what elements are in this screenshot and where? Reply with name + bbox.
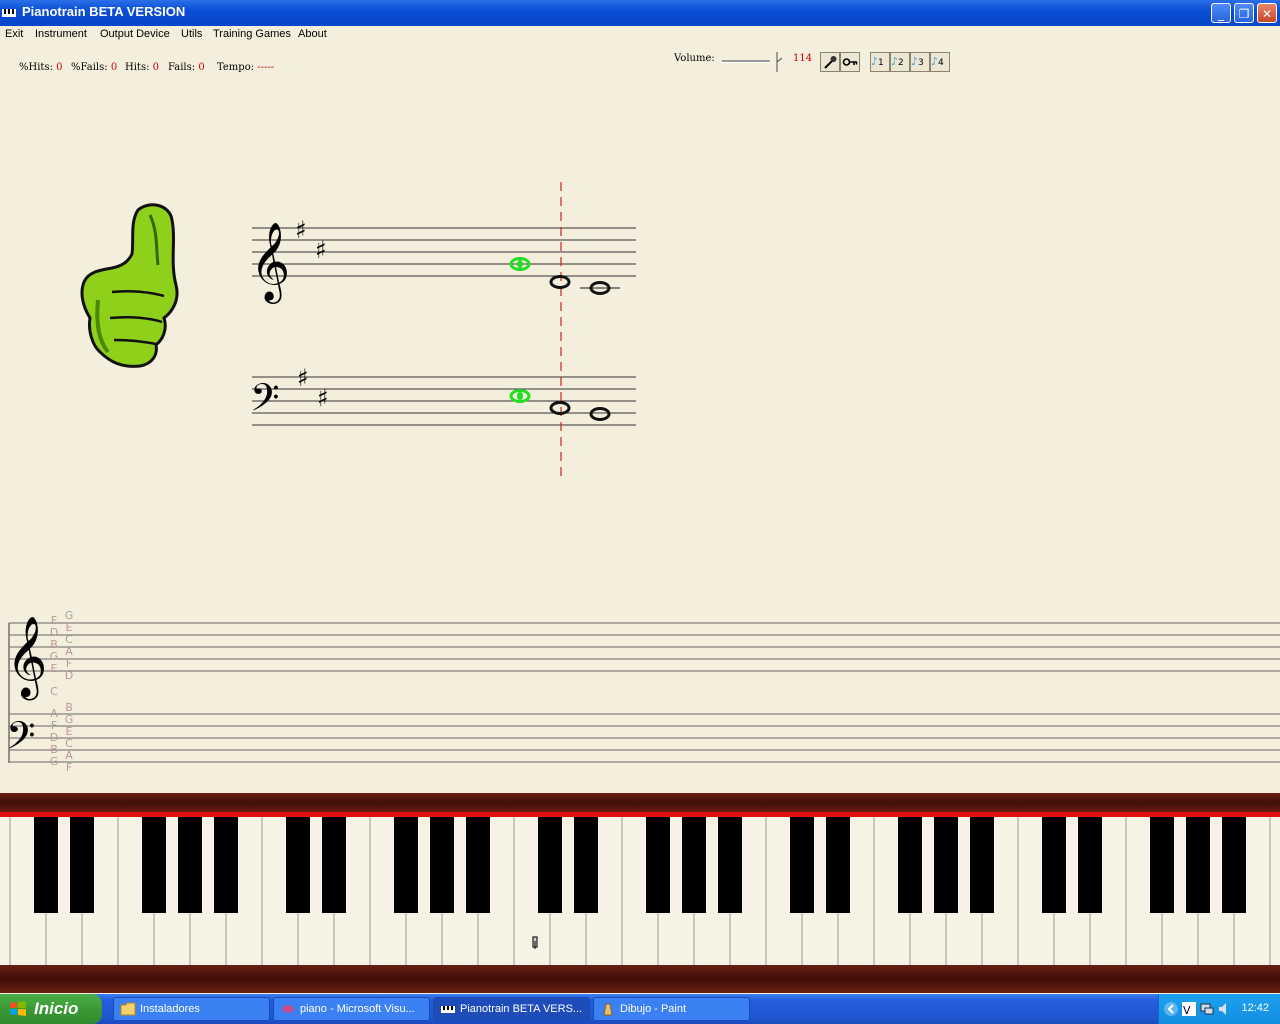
taskbar-item-paint[interactable]: Dibujo - Paint <box>593 997 750 1021</box>
black-key[interactable] <box>1042 817 1066 913</box>
note-name-label: B <box>65 701 73 714</box>
note-name-label: C <box>65 633 73 646</box>
note-name-label: E <box>50 662 58 675</box>
black-key[interactable] <box>1222 817 1246 913</box>
folder-icon <box>120 1002 136 1016</box>
note-name-label: C <box>50 685 58 698</box>
chevron-left-icon[interactable] <box>1163 1001 1179 1017</box>
windows-logo-icon <box>10 1001 26 1016</box>
system-tray: V 12:42 <box>1158 994 1280 1024</box>
black-key[interactable] <box>574 817 598 913</box>
black-key[interactable] <box>394 817 418 913</box>
whole-note <box>549 401 571 415</box>
black-key[interactable] <box>70 817 94 913</box>
black-key[interactable] <box>142 817 166 913</box>
black-key[interactable] <box>718 817 742 913</box>
taskbar-item-pianotrain[interactable]: Pianotrain BETA VERS... <box>433 997 590 1021</box>
paint-icon <box>603 1003 613 1016</box>
whole-note <box>589 407 611 421</box>
black-key[interactable] <box>34 817 58 913</box>
note-name-label: F <box>65 761 73 774</box>
black-key[interactable] <box>1186 817 1210 913</box>
note-name-label: A <box>65 645 73 658</box>
bass-staff <box>252 376 636 426</box>
note-name-label: B <box>50 638 58 651</box>
volume-tray-icon[interactable] <box>1217 1001 1233 1017</box>
visual-studio-icon <box>282 1005 294 1013</box>
clock: 12:42 <box>1241 1002 1269 1014</box>
taskbar: Inicio Instaladores piano - Microsoft Vi… <box>0 994 1280 1024</box>
note-name-label: E <box>65 621 73 634</box>
sharp-icon: ♯ <box>317 384 329 412</box>
treble-clef-icon: 𝄞 <box>6 615 47 700</box>
note-name-label: D <box>64 669 74 682</box>
note-name-label: F <box>50 719 58 732</box>
note-name-label: A <box>65 749 73 762</box>
note-name-label: E <box>65 725 73 738</box>
start-label: Inicio <box>34 999 79 1018</box>
black-key[interactable] <box>214 817 238 913</box>
note-name-label: G <box>64 609 74 622</box>
note-name-label: F <box>50 614 58 627</box>
black-key[interactable] <box>538 817 562 913</box>
reference-bass-staff <box>9 713 1280 763</box>
note-name-label: G <box>49 650 59 663</box>
sharp-icon: ♯ <box>297 364 309 392</box>
piano-top-rail <box>0 793 1280 813</box>
black-key[interactable] <box>898 817 922 913</box>
whole-note <box>509 389 531 403</box>
mouse-cursor-icon <box>532 936 538 949</box>
score-area: 𝄞 ♯ ♯ 𝄢 ♯ ♯ 𝄞 𝄢 <box>6 182 1280 767</box>
note-name-label: C <box>65 737 73 750</box>
antivirus-icon[interactable]: V <box>1181 1001 1197 1017</box>
taskbar-item-instaladores[interactable]: Instaladores <box>113 997 270 1021</box>
reference-treble-staff <box>9 622 1280 672</box>
note-name-label: F <box>65 657 73 670</box>
black-key[interactable] <box>682 817 706 913</box>
black-key[interactable] <box>430 817 454 913</box>
note-name-label: G <box>49 755 59 768</box>
treble-clef-icon: 𝄞 <box>250 222 290 304</box>
black-key[interactable] <box>826 817 850 913</box>
note-name-label: D <box>49 626 59 639</box>
black-key[interactable] <box>1150 817 1174 913</box>
piano-app-icon <box>441 1006 455 1013</box>
piano-bottom-rail <box>0 965 1280 993</box>
sharp-icon: ♯ <box>315 236 327 264</box>
note-name-label: G <box>64 713 74 726</box>
black-key[interactable] <box>1078 817 1102 913</box>
svg-text:V: V <box>1183 1004 1191 1017</box>
piano-keyboard[interactable] <box>0 793 1280 993</box>
black-key[interactable] <box>178 817 202 913</box>
sharp-icon: ♯ <box>295 216 307 244</box>
black-key[interactable] <box>790 817 814 913</box>
piano-red-strip <box>0 812 1280 817</box>
black-key[interactable] <box>286 817 310 913</box>
network-icon[interactable] <box>1199 1001 1215 1017</box>
bass-clef-icon: 𝄢 <box>250 375 280 429</box>
whole-note <box>580 281 620 295</box>
black-key[interactable] <box>934 817 958 913</box>
black-key[interactable] <box>322 817 346 913</box>
bass-clef-icon: 𝄢 <box>6 713 36 767</box>
taskbar-item-visual-studio[interactable]: piano - Microsoft Visu... <box>273 997 430 1021</box>
black-key[interactable] <box>466 817 490 913</box>
thumbs-up-icon <box>80 203 179 368</box>
note-name-label: B <box>50 743 58 756</box>
note-name-label: D <box>49 731 59 744</box>
note-name-label: A <box>50 707 58 720</box>
start-button[interactable]: Inicio <box>0 994 102 1024</box>
treble-staff <box>252 227 636 277</box>
black-key[interactable] <box>646 817 670 913</box>
whole-note <box>549 275 571 289</box>
black-key[interactable] <box>970 817 994 913</box>
